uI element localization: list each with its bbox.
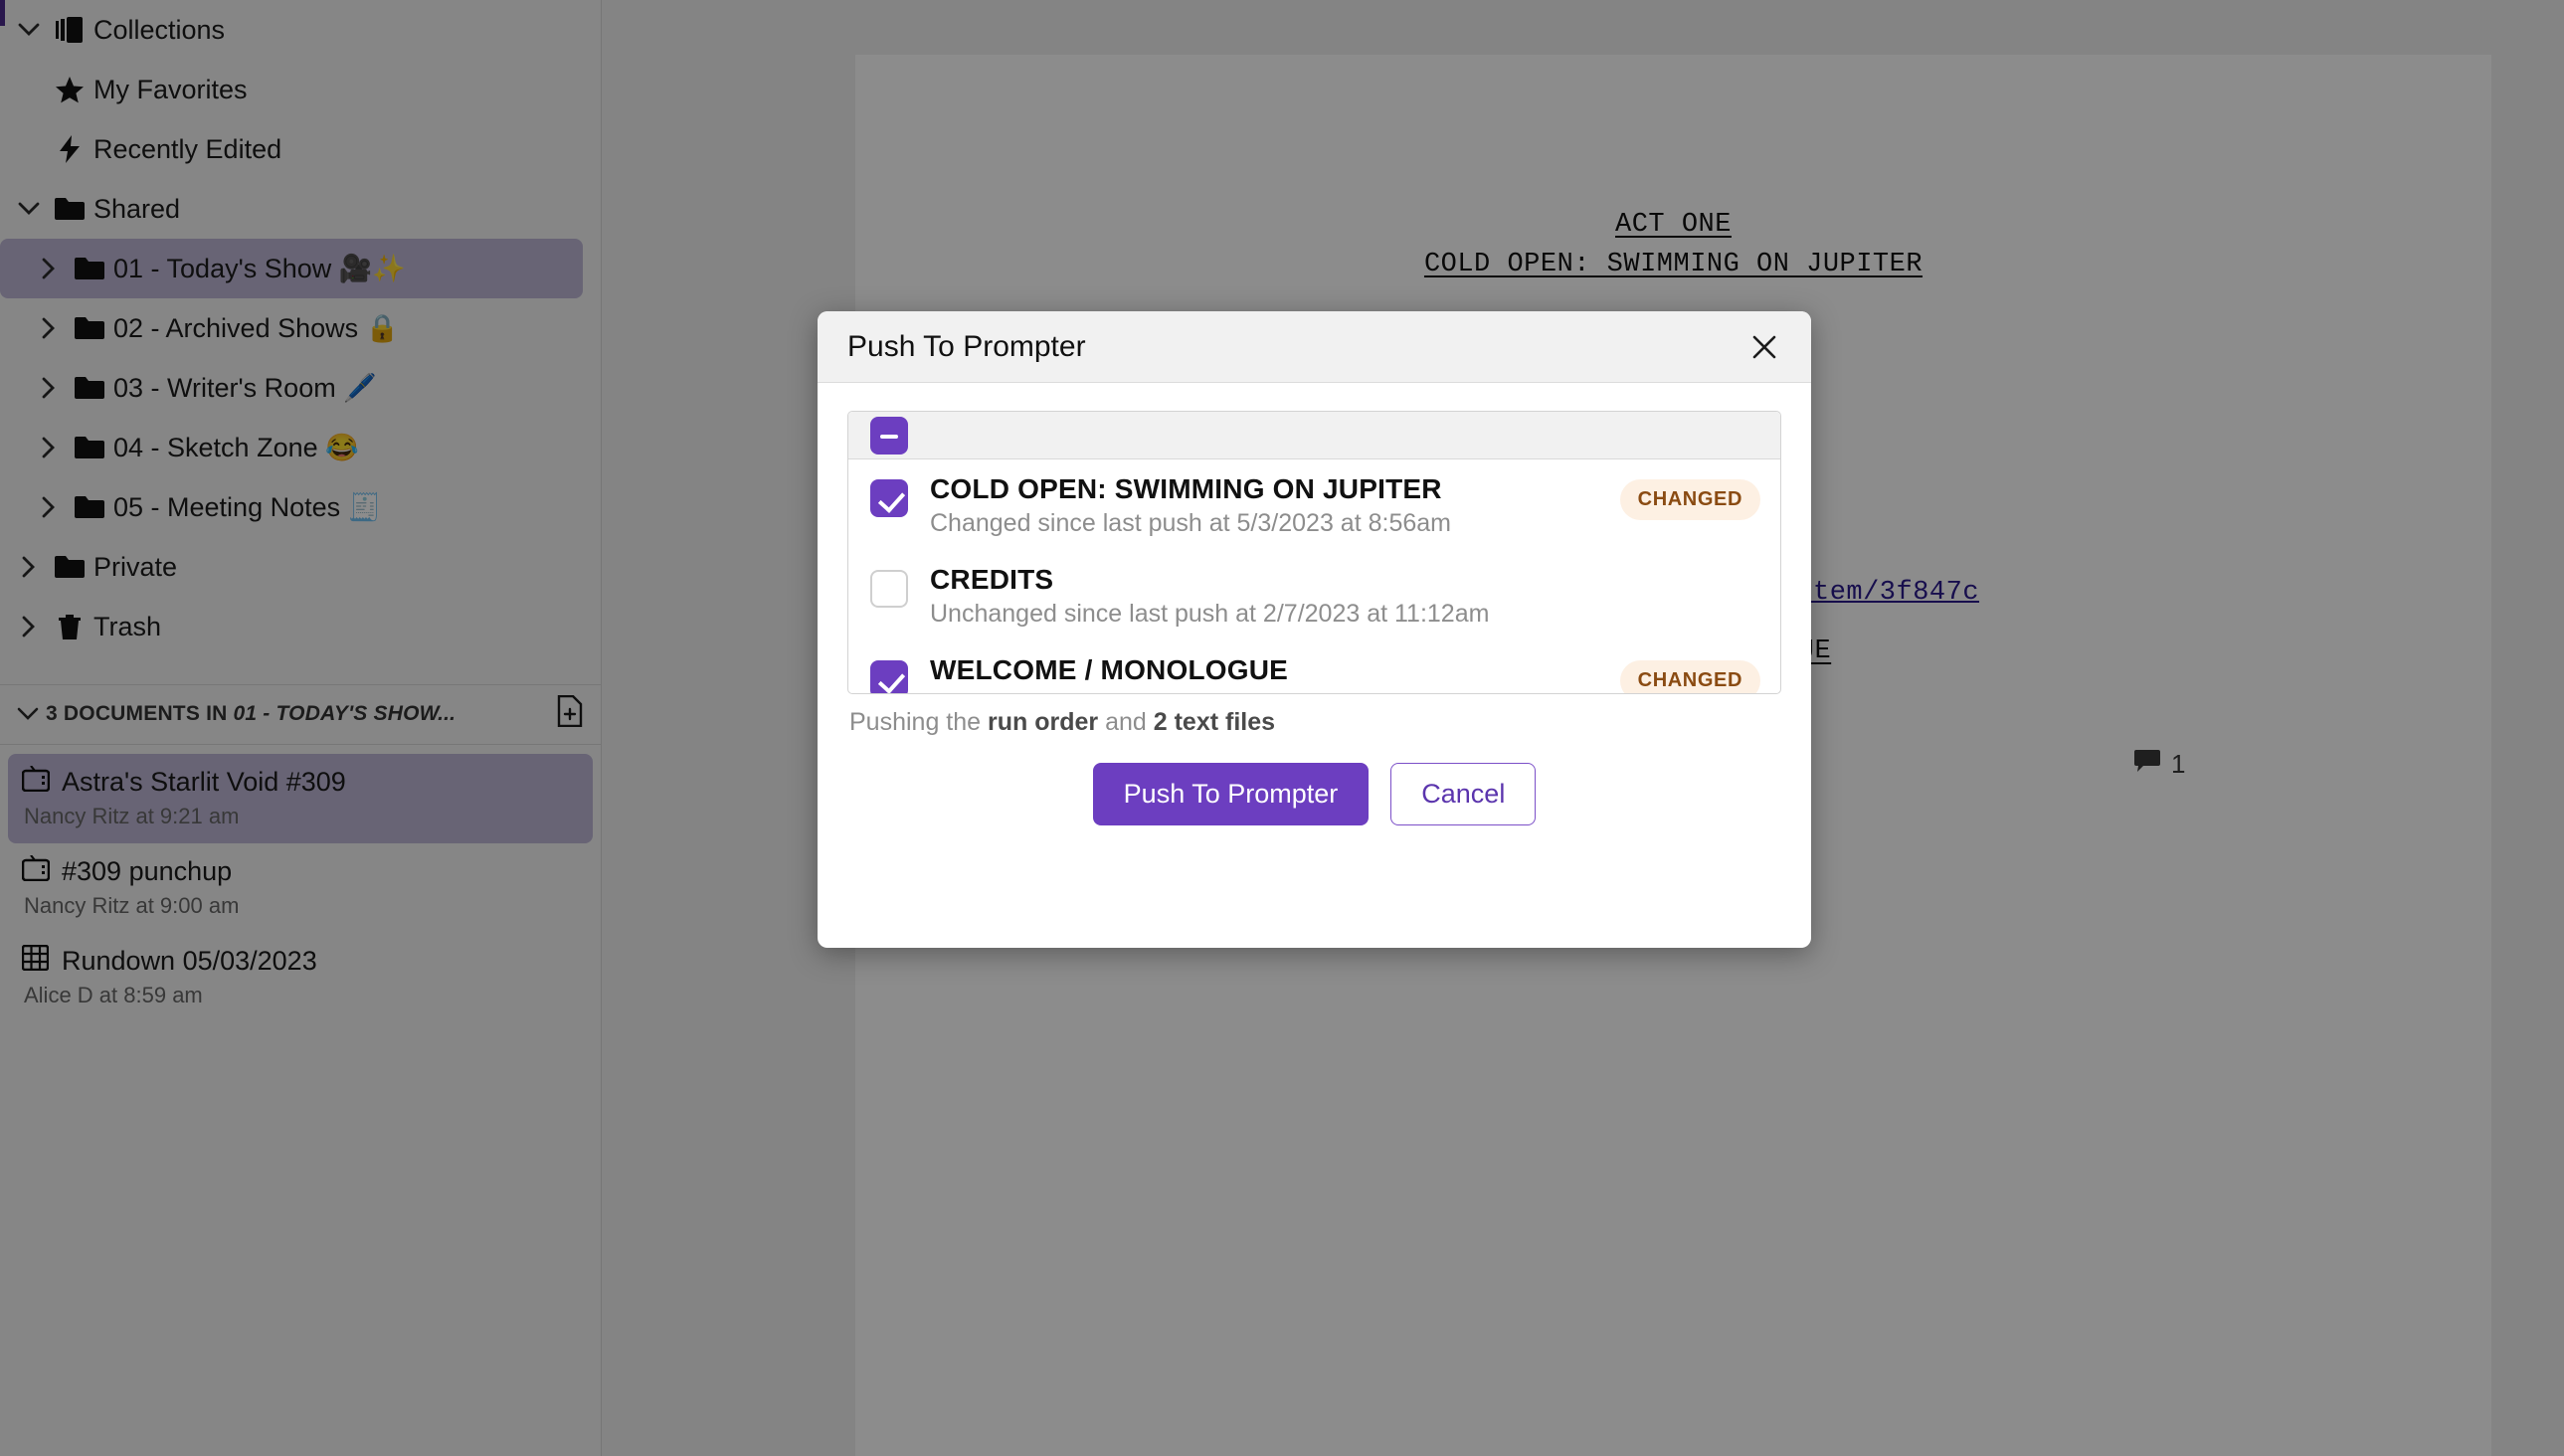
section-list-item[interactable]: COLD OPEN: SWIMMING ON JUPITER Changed si… [848, 459, 1780, 550]
section-list-item[interactable]: CREDITS Unchanged since last push at 2/7/… [848, 550, 1780, 640]
push-note-file-count: 2 text files [1153, 708, 1276, 736]
push-note-run-order: run order [988, 708, 1099, 736]
section-status: Changed since last push at 5/3/2023 at 8… [930, 690, 1598, 693]
push-summary-note: Pushing the run order and 2 text files [847, 694, 1781, 737]
cancel-button[interactable]: Cancel [1390, 763, 1537, 825]
section-status: Unchanged since last push at 2/7/2023 at… [930, 600, 1490, 628]
push-note-prefix: Pushing the [849, 708, 988, 736]
push-note-middle: and [1098, 708, 1154, 736]
dialog-actions: Push To Prompter Cancel [847, 737, 1781, 859]
select-all-row[interactable] [848, 412, 1780, 459]
section-list[interactable]: COLD OPEN: SWIMMING ON JUPITER Changed si… [848, 459, 1780, 693]
close-icon[interactable] [1743, 326, 1785, 368]
section-title: COLD OPEN: SWIMMING ON JUPITER [930, 473, 1442, 504]
section-list-box: COLD OPEN: SWIMMING ON JUPITER Changed si… [847, 411, 1781, 694]
status-badge: CHANGED [1619, 660, 1760, 693]
section-list-item[interactable]: WELCOME / MONOLOGUE Changed since last pu… [848, 640, 1780, 693]
dialog-title: Push To Prompter [847, 329, 1086, 363]
section-checkbox[interactable] [870, 479, 908, 517]
status-badge: CHANGED [1619, 479, 1760, 520]
section-title: WELCOME / MONOLOGUE [930, 654, 1289, 685]
section-checkbox[interactable] [870, 660, 908, 693]
app-root: Collections My Favorites Recently Edited Sh… [0, 0, 2564, 1456]
dialog-body: COLD OPEN: SWIMMING ON JUPITER Changed si… [818, 383, 1811, 948]
push-to-prompter-dialog: Push To Prompter COLD OPEN: SWIMMING ON … [818, 311, 1811, 948]
push-to-prompter-button[interactable]: Push To Prompter [1092, 763, 1370, 825]
dialog-header: Push To Prompter [818, 311, 1811, 383]
section-status: Changed since last push at 5/3/2023 at 8… [930, 509, 1451, 537]
section-checkbox[interactable] [870, 570, 908, 608]
section-title: CREDITS [930, 564, 1054, 595]
select-all-checkbox[interactable] [870, 416, 908, 455]
